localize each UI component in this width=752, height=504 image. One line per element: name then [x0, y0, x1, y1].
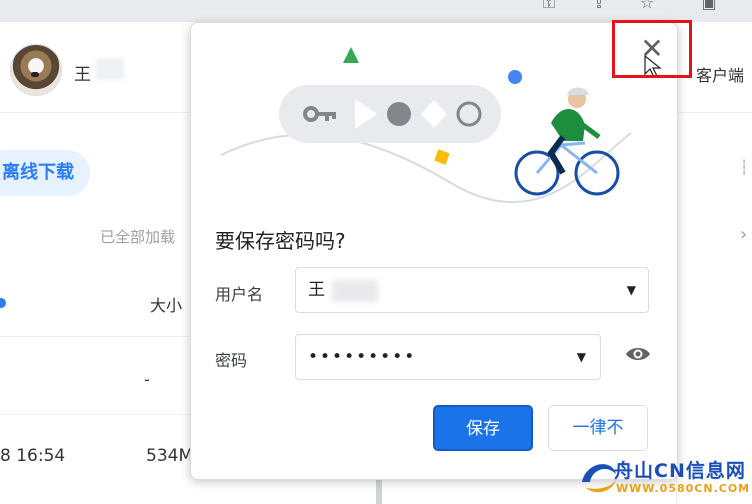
bookmark-icon[interactable]: ☆ [636, 0, 658, 14]
table-cell: - [144, 370, 150, 389]
right-panel-header: ┆ [740, 160, 749, 176]
row-size: 534M [146, 446, 194, 466]
row-divider [0, 336, 190, 337]
chevron-right-icon[interactable]: › [740, 224, 747, 245]
browser-toolbar: ⚿ ⇪ ☆ ▣ [0, 0, 752, 22]
loaded-status: 已全部加载 [100, 228, 176, 246]
window-icon[interactable]: ▣ [698, 0, 720, 14]
avatar[interactable] [10, 44, 62, 96]
key-icon[interactable]: ⚿ [538, 0, 560, 14]
client-link[interactable]: 客户端 [696, 62, 744, 86]
password-value: ••••••••• [308, 347, 417, 367]
watermark-url: WWW.0580CN.COM [616, 482, 751, 495]
scroll-handle[interactable] [376, 478, 382, 504]
username-label: 用户名 [215, 285, 264, 304]
username-value: 王 [308, 280, 325, 300]
share-icon[interactable]: ⇪ [588, 0, 610, 14]
close-button-highlight [612, 20, 692, 78]
caret-down-icon[interactable]: ▼ [627, 268, 636, 312]
header-username: 王 [74, 65, 91, 85]
right-panel [676, 150, 752, 504]
username-blur [96, 58, 124, 80]
watermark-name: 舟山CN信息网 [614, 460, 746, 482]
never-button[interactable]: 一律不 [548, 405, 648, 451]
save-password-dialog: ✕ 要保存密码吗? 用户名 王 ▼ 密码 ••••••••• ▼ 保存 一律不 [190, 22, 678, 480]
password-label: 密码 [215, 351, 248, 370]
offline-download-button[interactable]: 离线下载 [0, 150, 90, 196]
save-button[interactable]: 保存 [433, 405, 533, 451]
row-divider [0, 414, 190, 415]
size-column-header: 大小 [150, 296, 183, 315]
avatar-detail [31, 72, 39, 77]
password-illustration [220, 47, 632, 204]
row-time: 8 16:54 [0, 446, 66, 466]
caret-down-icon[interactable]: ▼ [577, 335, 588, 379]
username-field[interactable]: 王 ▼ [295, 267, 649, 313]
username-blur [332, 280, 378, 302]
eye-icon[interactable] [625, 345, 651, 363]
password-field[interactable]: ••••••••• ▼ [295, 334, 601, 380]
dialog-title: 要保存密码吗? [215, 229, 346, 253]
